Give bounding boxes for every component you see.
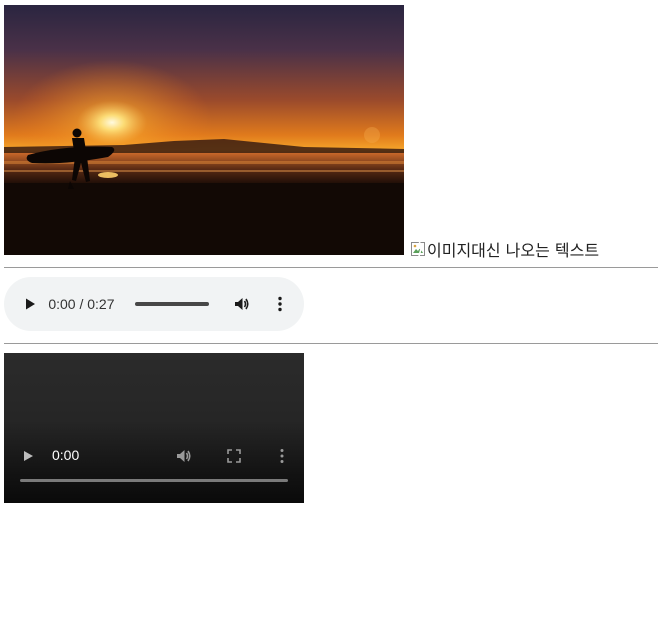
volume-icon <box>177 450 191 462</box>
broken-image-icon <box>411 241 425 257</box>
more-options-icon <box>280 449 284 463</box>
audio-more-options-button[interactable] <box>268 291 292 317</box>
fullscreen-icon <box>227 449 241 463</box>
image-alt-fallback: 이미지대신 나오는 텍스트 <box>410 238 599 260</box>
audio-volume-button[interactable] <box>229 291 253 317</box>
more-options-icon <box>278 296 282 312</box>
video-fullscreen-button[interactable] <box>224 446 244 466</box>
play-icon <box>26 298 36 310</box>
audio-progress-slider[interactable] <box>134 302 210 306</box>
image-row: 이미지대신 나오는 텍스트 <box>4 5 654 260</box>
volume-icon <box>234 298 249 310</box>
play-icon <box>24 451 33 461</box>
video-time-display: 0:00 <box>52 447 80 463</box>
video-volume-button[interactable] <box>174 446 194 466</box>
audio-play-button[interactable] <box>18 291 42 317</box>
audio-time-display: 0:00 / 0:27 <box>48 296 115 312</box>
divider <box>4 343 658 344</box>
video-more-options-button[interactable] <box>272 446 292 466</box>
divider <box>4 267 658 268</box>
video-progress-slider[interactable] <box>20 479 288 482</box>
image-alt-text: 이미지대신 나오는 텍스트 <box>427 241 600 260</box>
audio-player[interactable]: 0:00 / 0:27 <box>4 277 304 331</box>
sunset-surfer-image <box>4 5 404 255</box>
video-play-button[interactable] <box>18 446 38 466</box>
